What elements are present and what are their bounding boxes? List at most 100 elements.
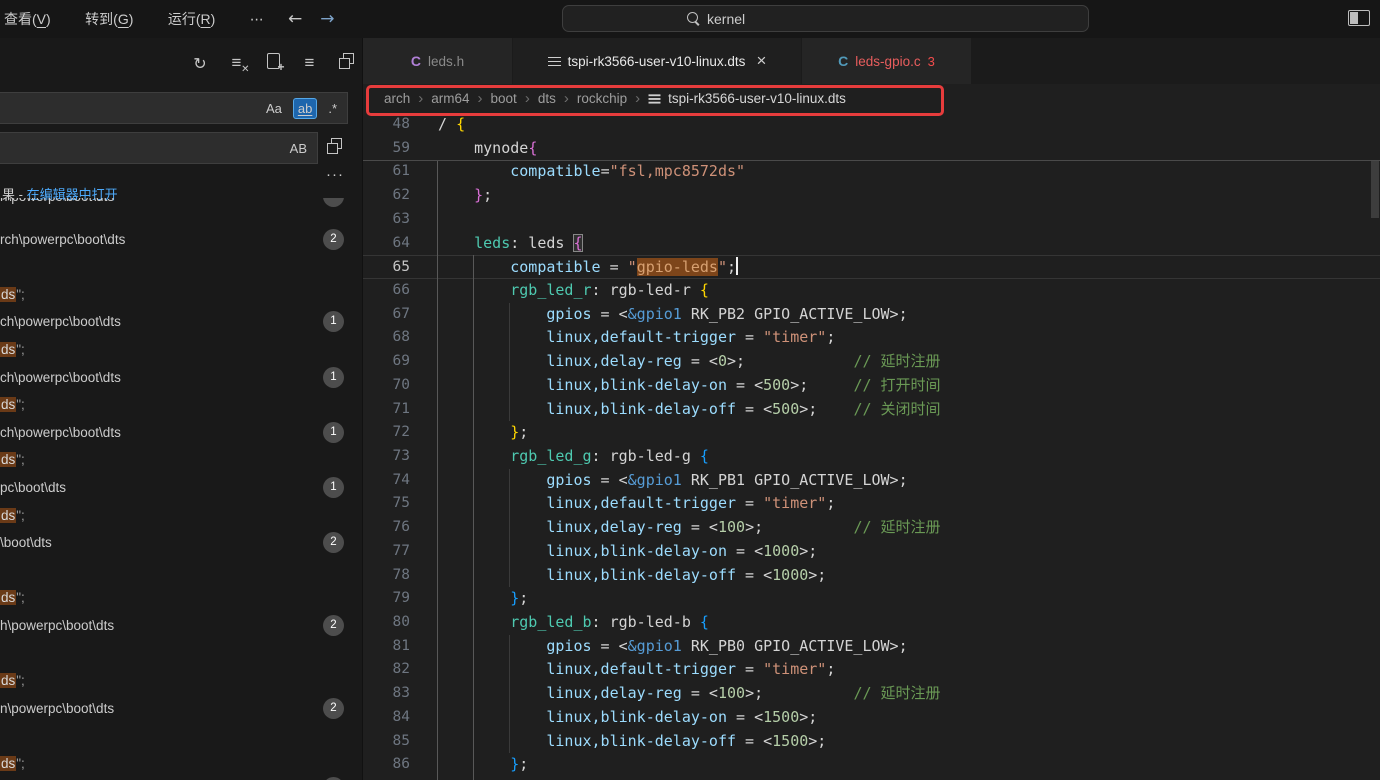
code-line[interactable]: 69 linux,delay-reg = <0>; // 延时注册: [363, 350, 1380, 374]
search-match-row[interactable]: ds";: [0, 446, 363, 474]
menu-run[interactable]: 运行(R): [168, 0, 215, 38]
search-match-row[interactable]: ds";: [0, 584, 363, 612]
search-input[interactable]: Aa ab .*: [0, 92, 348, 124]
collapse-all-icon[interactable]: [334, 53, 358, 74]
command-center-search[interactable]: kernel: [562, 5, 1089, 32]
tab-label: tspi-rk3566-user-v10-linux.dts: [568, 54, 746, 69]
tab-tspi-dts[interactable]: tspi-rk3566-user-v10-linux.dts ×: [513, 38, 802, 84]
code-line[interactable]: 73 rgb_led_g: rgb-led-g {: [363, 445, 1380, 469]
breadcrumb-item[interactable]: rockchip: [577, 91, 627, 106]
forward-arrow-icon[interactable]: →: [320, 9, 334, 29]
line-number: 78: [363, 564, 410, 588]
back-arrow-icon[interactable]: ←: [288, 9, 302, 29]
code-line[interactable]: 62 };: [363, 184, 1380, 208]
whole-word-toggle[interactable]: ab: [293, 98, 317, 119]
search-file-row[interactable]: ch\powerpc\boot\dts1: [0, 364, 363, 392]
search-icon: [687, 12, 700, 25]
line-number: 86: [363, 753, 410, 777]
search-file-row[interactable]: ch\powerpc\boot\dts1: [0, 419, 363, 447]
menu-more[interactable]: ⋯: [250, 0, 264, 38]
code-line[interactable]: 85 linux,blink-delay-off = <1500>;: [363, 730, 1380, 754]
code-line[interactable]: 70 linux,blink-delay-on = <500>; // 打开时间: [363, 374, 1380, 398]
refresh-icon[interactable]: ↻: [188, 54, 212, 73]
code-line[interactable]: 63: [363, 208, 1380, 232]
menu-goto[interactable]: 转到(G): [85, 0, 133, 38]
line-number: 73: [363, 445, 410, 469]
search-file-row[interactable]: ch\powerpc\boot\dts1: [0, 308, 363, 336]
c-file-icon: C: [838, 53, 848, 69]
code-line[interactable]: 76 linux,delay-reg = <100>; // 延时注册: [363, 516, 1380, 540]
regex-toggle[interactable]: .*: [324, 99, 341, 118]
breadcrumb-file[interactable]: tspi-rk3566-user-v10-linux.dts: [648, 91, 846, 106]
code-line[interactable]: 78 linux,blink-delay-off = <1000>;: [363, 564, 1380, 588]
search-blank-row: [0, 253, 363, 281]
search-match-row[interactable]: ds";: [0, 667, 363, 695]
search-match-row[interactable]: ds";: [0, 391, 363, 419]
preserve-case-toggle[interactable]: AB: [286, 139, 311, 158]
search-file-row[interactable]: \boot\dts2: [0, 529, 363, 557]
line-number: 65: [363, 256, 410, 278]
code-line[interactable]: 82 linux,default-trigger = "timer";: [363, 658, 1380, 682]
menu-view[interactable]: 查看(V): [4, 0, 51, 38]
search-file-row[interactable]: h\powerpc\boot\dts2: [0, 612, 363, 640]
breadcrumb-item[interactable]: arch: [384, 91, 410, 106]
code-line[interactable]: 67 gpios = <&gpio1 RK_PB2 GPIO_ACTIVE_LO…: [363, 303, 1380, 327]
code-line[interactable]: 74 gpios = <&gpio1 RK_PB1 GPIO_ACTIVE_LO…: [363, 469, 1380, 493]
search-match-row[interactable]: ds";: [0, 750, 363, 778]
replace-input[interactable]: AB: [0, 132, 318, 164]
match-count-badge: 2: [323, 698, 344, 719]
code-line[interactable]: 71 linux,blink-delay-off = <500>; // 关闭时…: [363, 398, 1380, 422]
search-file-row[interactable]: n\powerpc\boot\dts2: [0, 695, 363, 723]
toggle-sidebar-icon[interactable]: [1348, 10, 1370, 26]
code-line[interactable]: 68 linux,default-trigger = "timer";: [363, 326, 1380, 350]
code-line[interactable]: 75 linux,default-trigger = "timer";: [363, 492, 1380, 516]
results-more-actions-icon[interactable]: ···: [326, 166, 344, 183]
code-line[interactable]: 81 gpios = <&gpio1 RK_PB0 GPIO_ACTIVE_LO…: [363, 635, 1380, 659]
code-line[interactable]: 59 mynode{: [363, 137, 1380, 161]
code-line[interactable]: 77 linux,blink-delay-on = <1000>;: [363, 540, 1380, 564]
search-match-row[interactable]: ds";: [0, 502, 363, 530]
code-editor[interactable]: 61 compatible="fsl,mpc8572ds"62 };6364 l…: [363, 160, 1380, 780]
search-file-row[interactable]: pc\boot\dts1: [0, 474, 363, 502]
chevron-right-icon: ›: [635, 90, 640, 107]
breadcrumb-item[interactable]: arm64: [431, 91, 469, 106]
match-count-badge: 1: [323, 311, 344, 332]
code-line[interactable]: 86 };: [363, 753, 1380, 777]
code-line[interactable]: 48/ {: [363, 113, 1380, 137]
breadcrumb-item[interactable]: dts: [538, 91, 556, 106]
line-number: 62: [363, 184, 410, 208]
code-line[interactable]: 61 compatible="fsl,mpc8572ds": [363, 160, 1380, 184]
line-number: 59: [363, 137, 410, 161]
search-sidebar: ↻ ≡✕ + ≡ Aa ab .* AB ··· 果 - 在编辑器中打开 h\p…: [0, 38, 363, 780]
line-number: 63: [363, 208, 410, 232]
line-number: 72: [363, 421, 410, 445]
text-cursor: [736, 257, 738, 275]
search-file-row[interactable]: h\powerpc\boot\dts: [0, 198, 363, 226]
view-as-list-icon[interactable]: ≡: [298, 53, 322, 73]
code-line[interactable]: 65 compatible = "gpio-leds";: [363, 255, 1380, 279]
chevron-right-icon: ›: [418, 90, 423, 107]
open-search-editor-icon[interactable]: +: [261, 53, 285, 74]
tab-leds-h[interactable]: C leds.h: [363, 38, 513, 84]
sidebar-editor-divider[interactable]: [362, 38, 363, 780]
search-match-row[interactable]: ds";: [0, 336, 363, 364]
code-line[interactable]: 83 linux,delay-reg = <100>; // 延时注册: [363, 682, 1380, 706]
replace-all-icon[interactable]: [326, 138, 342, 159]
match-case-toggle[interactable]: Aa: [262, 99, 286, 118]
code-line[interactable]: 64 leds: leds {: [363, 232, 1380, 256]
search-blank-row: [0, 722, 363, 750]
breadcrumb-item[interactable]: boot: [491, 91, 517, 106]
search-file-row[interactable]: rch\powerpc\boot\dts2: [0, 226, 363, 254]
title-bar: 查看(V) 转到(G) 运行(R) ⋯ ← → kernel: [0, 0, 1380, 38]
tab-leds-gpio-c[interactable]: C leds-gpio.c 3: [802, 38, 972, 84]
search-match-row[interactable]: ds";: [0, 281, 363, 309]
code-line[interactable]: 79 };: [363, 587, 1380, 611]
code-line[interactable]: 84 linux,blink-delay-on = <1500>;: [363, 706, 1380, 730]
clear-search-results-icon[interactable]: ≡✕: [225, 53, 249, 73]
code-line[interactable]: 72 };: [363, 421, 1380, 445]
menu-bar: 查看(V) 转到(G) 运行(R) ⋯: [4, 0, 294, 38]
code-line[interactable]: 66 rgb_led_r: rgb-led-r {: [363, 279, 1380, 303]
close-icon[interactable]: ×: [756, 51, 766, 71]
code-line[interactable]: 80 rgb_led_b: rgb-led-b {: [363, 611, 1380, 635]
chevron-right-icon: ›: [525, 90, 530, 107]
